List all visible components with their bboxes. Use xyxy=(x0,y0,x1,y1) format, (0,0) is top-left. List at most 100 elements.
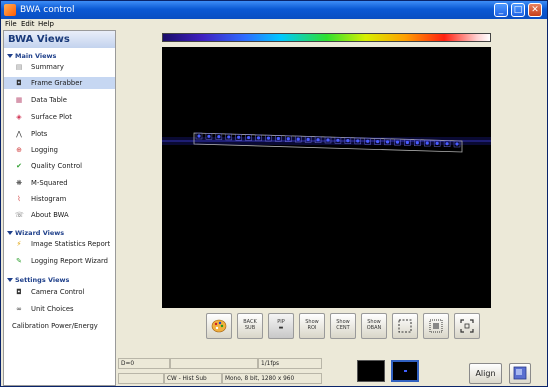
pip-button[interactable]: PIP ▬ xyxy=(268,313,294,339)
mode-field: CW - Hist Sub xyxy=(164,373,222,384)
beam-spot xyxy=(445,142,449,146)
app-icon xyxy=(4,4,16,16)
sidebar-item-image-statistics-report[interactable]: ⚡ Image Statistics Report xyxy=(4,238,115,250)
status-field-blank xyxy=(170,358,258,369)
sidebar-item-m-squared[interactable]: ❋ M-Squared xyxy=(4,177,115,189)
maximize-button[interactable]: □ xyxy=(511,3,525,17)
beam-spot xyxy=(237,135,241,139)
beam-spot xyxy=(405,140,409,145)
beam-spot xyxy=(296,137,300,141)
beam-spot xyxy=(316,138,320,142)
beam-image[interactable] xyxy=(162,47,491,308)
pattern-button[interactable] xyxy=(423,313,449,339)
app-window: BWA control _ □ ✕ File Edit Help BWA Vie… xyxy=(0,0,548,387)
show-cent-button[interactable]: Show CENT xyxy=(330,313,356,339)
color-swatch-icon xyxy=(513,366,527,380)
sidebar-item-unit-choices[interactable]: ∞ Unit Choices xyxy=(4,303,115,315)
show-oban-button[interactable]: Show OBAN xyxy=(361,313,387,339)
camera-icon: ◘ xyxy=(16,79,22,87)
menu-edit[interactable]: Edit xyxy=(21,20,35,28)
crop-button[interactable] xyxy=(454,313,480,339)
section-main-views[interactable]: Main Views xyxy=(7,52,56,60)
status-field-empty xyxy=(118,373,164,384)
about-icon: ☏ xyxy=(15,211,24,219)
beam-spot xyxy=(425,141,429,145)
palette-button[interactable] xyxy=(206,313,232,339)
palette-icon xyxy=(211,319,227,333)
format-field: Mono, 8 bit, 1280 x 960 xyxy=(222,373,322,384)
beam-spot xyxy=(385,140,390,144)
logging-icon: ⊕ xyxy=(16,146,22,154)
beam-spot xyxy=(276,136,280,141)
beam-image-canvas xyxy=(162,132,491,153)
beam-spot xyxy=(435,141,439,145)
beam-spot xyxy=(455,142,459,146)
beam-spot xyxy=(227,135,231,139)
section-wizard-views[interactable]: Wizard Views xyxy=(7,229,64,237)
status-area: D=0 1/1fps CW - Hist Sub Mono, 8 bit, 12… xyxy=(118,351,547,385)
menu-file[interactable]: File xyxy=(5,20,17,28)
table-icon: ▦ xyxy=(15,96,23,104)
window-title: BWA control xyxy=(20,5,75,15)
sidebar-item-camera-control[interactable]: ◘ Camera Control xyxy=(4,286,115,298)
beam-spot xyxy=(336,138,340,142)
section-settings-views[interactable]: Settings Views xyxy=(7,276,69,284)
beam-spot xyxy=(207,134,211,138)
beam-spot xyxy=(286,137,290,141)
sidebar-item-calibration-power-energy[interactable]: Calibration Power/Energy xyxy=(4,320,115,332)
pen-icon: ✎ xyxy=(16,257,22,265)
sidebar-item-logging-report-wizard[interactable]: ✎ Logging Report Wizard xyxy=(4,255,115,267)
wizard-icon: ⚡ xyxy=(16,240,22,248)
color-picker-button[interactable] xyxy=(509,363,531,384)
beam-spot xyxy=(376,139,380,144)
sidebar-item-about-bwa[interactable]: ☏ About BWA xyxy=(4,209,115,221)
checkmark-icon: ✔ xyxy=(16,162,22,170)
sidebar-item-logging[interactable]: ⊕ Logging xyxy=(4,144,115,156)
msquared-icon: ❋ xyxy=(16,179,22,187)
beam-spot xyxy=(197,134,201,138)
histogram-icon: ⌇ xyxy=(17,195,21,203)
beam-spot xyxy=(306,137,310,141)
surface-icon: ◈ xyxy=(16,113,22,121)
sidebar-item-surface-plot[interactable]: ◈ Surface Plot xyxy=(4,111,115,123)
frame-grabber-view: BACK SUB PIP ▬ Show ROI Show CENT Show OBAN D… xyxy=(118,30,547,386)
pattern-icon xyxy=(429,319,443,333)
beam-spot xyxy=(415,141,419,145)
beam-spot xyxy=(266,136,271,140)
sidebar-item-plots[interactable]: ⋀ Plots xyxy=(4,128,115,140)
beam-spot xyxy=(395,140,400,144)
beam-spot xyxy=(217,135,221,139)
color-scale-bar xyxy=(162,33,491,42)
summary-icon: ▤ xyxy=(15,63,23,71)
sidebar-item-frame-grabber[interactable]: ◘ Frame Grabber xyxy=(4,77,115,89)
minimize-button[interactable]: _ xyxy=(494,3,508,17)
preview-thumbnail[interactable] xyxy=(357,360,385,382)
close-button[interactable]: ✕ xyxy=(528,3,542,17)
beam-spot xyxy=(256,136,261,140)
preview-thumbnail-selected[interactable] xyxy=(391,360,419,382)
title-bar[interactable]: BWA control _ □ ✕ xyxy=(1,1,547,19)
menu-help[interactable]: Help xyxy=(38,20,54,28)
sidebar-item-histogram[interactable]: ⌇ Histogram xyxy=(4,193,115,205)
beam-spot xyxy=(346,139,350,143)
beam-spot xyxy=(247,135,251,140)
sidebar-item-quality-control[interactable]: ✔ Quality Control xyxy=(4,160,115,172)
sidebar-item-summary[interactable]: ▤ Summary xyxy=(4,61,115,73)
sidebar-item-data-table[interactable]: ▦ Data Table xyxy=(4,94,115,106)
roi-select-button[interactable] xyxy=(392,313,418,339)
camera-icon: ◘ xyxy=(16,288,22,296)
crop-icon xyxy=(460,319,474,333)
plot-icon: ⋀ xyxy=(16,130,22,138)
beam-spot xyxy=(356,139,360,143)
back-sub-button[interactable]: BACK SUB xyxy=(237,313,263,339)
beam-spot xyxy=(326,138,330,142)
sidebar: BWA Views Main Views ▤ Summary ◘ Frame Gra… xyxy=(3,30,116,386)
show-roi-button[interactable]: Show ROI xyxy=(299,313,325,339)
align-button[interactable]: Align xyxy=(469,363,502,384)
sidebar-header: BWA Views xyxy=(4,31,115,48)
fps-field: 1/1fps xyxy=(258,358,322,369)
beam-spot xyxy=(366,139,370,143)
binoculars-icon: ∞ xyxy=(16,305,22,313)
menu-bar: File Edit Help xyxy=(1,19,547,30)
roi-select-icon xyxy=(398,319,412,333)
